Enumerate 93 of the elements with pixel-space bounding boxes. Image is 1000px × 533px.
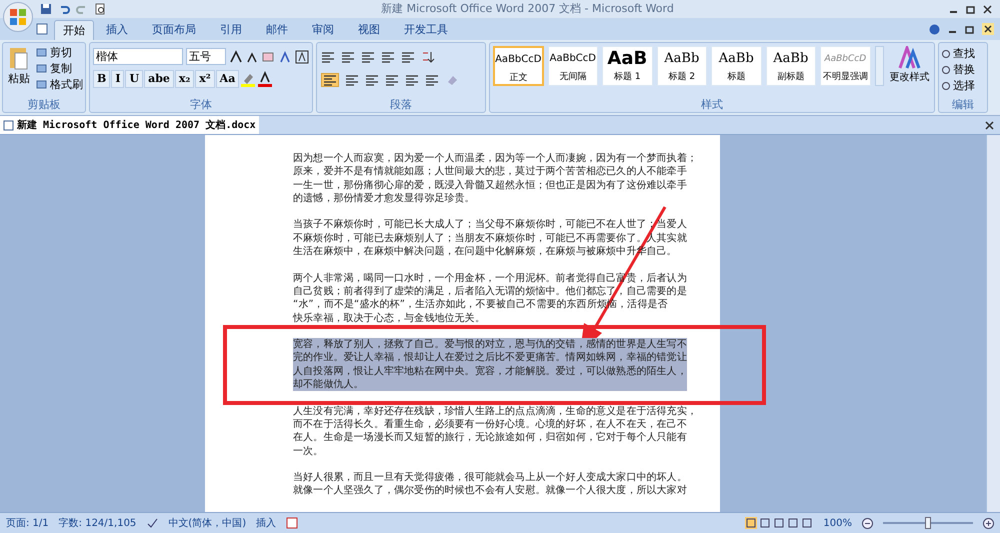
font-name-field[interactable]: 楷体 — [93, 48, 183, 65]
format-button[interactable]: Aa — [216, 70, 240, 88]
group-label: 编辑 — [951, 98, 975, 112]
ribbon-tab[interactable]: 开发工具 — [392, 20, 460, 40]
close-icon[interactable] — [983, 4, 992, 14]
style-preview: AaBb — [718, 50, 754, 68]
font-color-icon[interactable] — [257, 71, 274, 87]
word-count[interactable]: 字数: 124/1,105 — [58, 516, 136, 530]
ribbon-tab[interactable]: 视图 — [346, 20, 392, 40]
paragraph: 当好人很累，而且一旦有天觉得疲倦，很可能就会马上从一个好人变成大家口中的坏人。 就像一个人坚强久了，偶尔受伤的时候也不会有人安慰。就像一个人很大度，所以大家对 — [293, 471, 687, 498]
style-gallery-item[interactable]: AaBbCcD 无间隔 — [548, 46, 598, 86]
print-preview-icon[interactable] — [94, 3, 106, 15]
ribbon-tab[interactable]: 审阅 — [300, 20, 346, 40]
style-gallery-item[interactable]: AaBb 标题 2 — [656, 46, 708, 86]
group-label: 剪贴板 — [26, 98, 62, 112]
editing-action[interactable]: 选择 — [941, 78, 985, 94]
window-title: 新建 Microsoft Office Word 2007 文档 - Microsoft Word — [380, 0, 675, 17]
style-preview: AaB — [607, 47, 648, 71]
styles-letter-icon — [898, 46, 922, 70]
ribbon-tab[interactable]: 邮件 — [254, 20, 300, 40]
document-tab[interactable]: 新建 Microsoft Office Word 2007 文档.docx — [0, 116, 259, 134]
zoom-slider[interactable] — [883, 517, 973, 529]
group-label: 字体 — [189, 98, 213, 112]
ribbon-tab[interactable]: 引用 — [208, 20, 254, 40]
proofing-icon[interactable] — [146, 517, 158, 529]
style-preview: AaBbCcD — [550, 52, 596, 66]
clipboard-action[interactable]: 格式刷 — [36, 77, 83, 92]
paragraph: 人生没有完满，幸好还存在残缺，珍惜人生路上的点点滴滴，生命的意义是在于活得充实， 而不在于活得长久。看重生命，必须要有一份好心境。心境的好坏，在人不在天，在己不 在人。生命是一场漫长而又短暂的旅行，无论旅途如何，归宿如何，它对于每个人只能有 一次。 — [293, 404, 697, 458]
view-mode-icon[interactable] — [801, 517, 814, 529]
ribbon-tab[interactable]: 开始 — [54, 20, 94, 40]
group-label: 样式 — [700, 98, 724, 112]
insert-mode[interactable]: 插入 — [256, 516, 276, 530]
format-button[interactable]: B — [93, 70, 110, 88]
undo-icon[interactable] — [58, 3, 70, 15]
format-button[interactable]: abe — [144, 70, 174, 88]
view-mode-icon[interactable] — [787, 517, 800, 529]
restore-icon[interactable] — [966, 4, 975, 14]
view-mode-icon[interactable] — [745, 517, 758, 529]
style-gallery-item[interactable]: AaBb 标题 — [711, 46, 762, 86]
tool-icon — [36, 79, 47, 90]
clipboard-action[interactable]: 剪切 — [36, 45, 83, 60]
border-letter-icon[interactable] — [295, 50, 309, 64]
group-label: 段落 — [389, 98, 413, 112]
style-preview: AaBbCcD — [824, 53, 866, 66]
close-icon[interactable] — [982, 23, 994, 35]
office-logo-icon — [9, 8, 27, 26]
style-name: 标题 — [727, 71, 746, 83]
office-button[interactable] — [3, 2, 33, 32]
paste-button[interactable]: 粘贴 — [5, 45, 33, 92]
paragraph: 宽容，释放了别人，拯救了自己。爱与恨的对立，恩与仇的交错，感情的世界是人生写不 完的作业。爱让人幸福，恨却让人在爱过之后比不爱更痛苦。情网如蛛网，幸福的错觉让 人自投落网，恨让人牢牢地粘在网中央。宽容，才能解脱。爱过，可以做熟悉的陌生人， 却不能做仇人。 — [293, 338, 687, 392]
editing-action[interactable]: 替换 — [941, 62, 985, 78]
document-icon[interactable] — [36, 23, 48, 35]
style-gallery-item[interactable]: AaBb 副标题 — [766, 46, 816, 86]
format-button[interactable]: U — [125, 70, 144, 88]
zoom-slider-thumb[interactable] — [925, 517, 931, 529]
style-name: 副标题 — [777, 71, 804, 83]
tool-icon — [36, 63, 47, 74]
save-icon[interactable] — [40, 3, 52, 15]
restore-icon[interactable] — [965, 24, 974, 34]
clipboard-action[interactable]: 复制 — [36, 61, 83, 76]
style-name: 标题 1 — [614, 71, 641, 83]
format-button[interactable]: x² — [195, 70, 215, 88]
zoom-out-icon[interactable] — [862, 518, 873, 528]
font-size-field[interactable]: 五号 — [186, 48, 226, 65]
style-preview: AaBbCcD — [495, 53, 542, 67]
format-button[interactable]: I — [111, 70, 124, 88]
format-button[interactable]: x₂ — [174, 70, 194, 88]
page-count[interactable]: 页面: 1/1 — [6, 516, 49, 530]
close-icon[interactable] — [985, 120, 994, 130]
vertical-scrollbar[interactable] — [986, 135, 1000, 512]
editing-action[interactable]: 查找 — [941, 46, 985, 62]
ribbon-tab[interactable]: 页面布局 — [140, 20, 208, 40]
ribbon-tab[interactable]: 插入 — [94, 20, 140, 40]
paragraph: 因为想一个人而寂寞，因为爱一个人而温柔，因为等一个人而凄婉，因为有一个梦而执着； 原来，爱并不是有情就能如愿；人世间最大的悲，莫过于两个苦苦相恋已久的人不能牵手 一生一世，那份痛彻心扉的爱，既浸入骨髓又超然永恒；但也正是因为有了这份难以牵手 的遗憾，那份情爱才愈发显得弥足珍贵。 — [293, 152, 697, 206]
style-name: 标题 2 — [668, 71, 696, 83]
style-gallery-item[interactable]: AaBbCcD 不明显强调 — [820, 46, 871, 86]
document-icon — [3, 120, 14, 130]
view-mode-icon[interactable] — [773, 517, 786, 529]
style-gallery-item[interactable]: AaBbCcD 正文 — [493, 46, 544, 86]
style-name: 正文 — [509, 72, 528, 84]
style-preview: AaBb — [664, 50, 700, 68]
language[interactable]: 中文(简体，中国) — [168, 516, 246, 530]
style-name: 不明显强调 — [822, 71, 868, 83]
zoom-level[interactable]: 100% — [823, 516, 852, 530]
change-styles-button[interactable]: 更改样式 — [888, 46, 932, 86]
view-mode-icon[interactable] — [759, 517, 772, 529]
style-preview: AaBb — [773, 50, 808, 68]
style-name: 无间隔 — [559, 71, 586, 83]
style-gallery-item[interactable]: AaB 标题 1 — [602, 46, 653, 86]
clipboard-icon — [9, 45, 29, 71]
tool-icon — [36, 47, 47, 58]
zoom-in-icon[interactable] — [983, 518, 994, 528]
sort-icon[interactable] — [421, 50, 435, 64]
